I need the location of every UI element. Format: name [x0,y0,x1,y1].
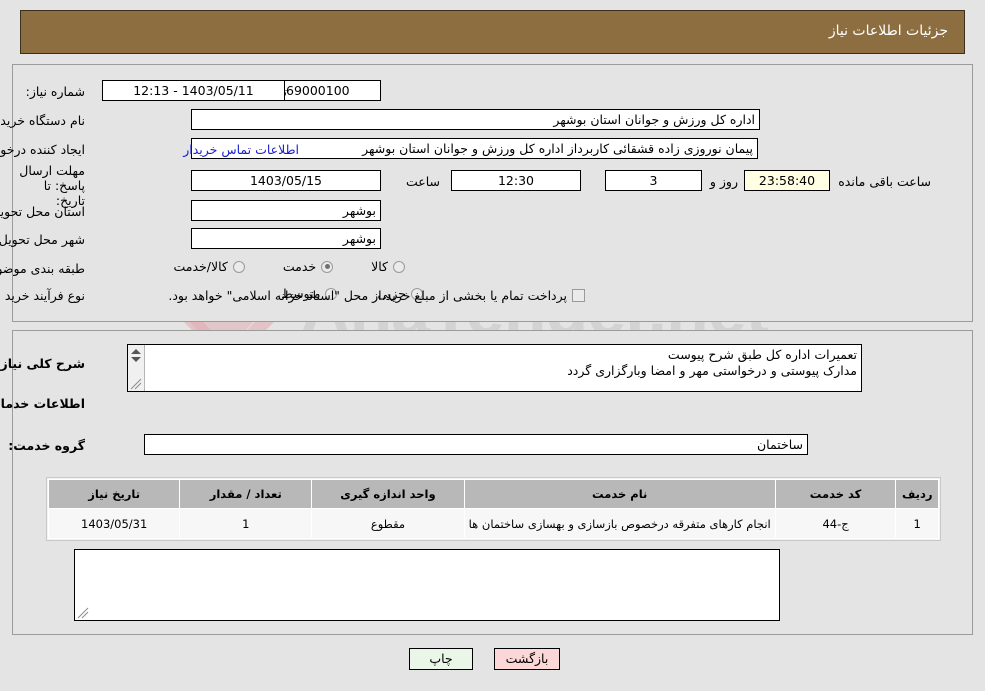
radio-icon [393,260,405,273]
city-value[interactable]: بوشهر [191,228,381,249]
services-table-wrapper: ردیف کد خدمت نام خدمت واحد اندازه گیری ت… [46,477,941,541]
province-label: استان محل تحویل: [0,204,85,219]
deadline-days-value[interactable]: 3 [605,170,702,191]
need-info-panel [12,64,973,322]
resize-grip-icon[interactable] [77,607,89,619]
page-header: جزئیات اطلاعات نیاز [20,10,965,54]
category-option-label: کالا/خدمت [173,259,228,274]
category-radio-group[interactable]: کالا خدمت کالا/خدمت [173,259,405,274]
checkbox-icon[interactable] [572,289,585,302]
description-line-1: تعمیرات اداره کل طبق شرح پیوست [667,347,857,362]
buyer-org-label: نام دستگاه خریدار: [0,113,85,128]
category-option-label: خدمت [282,259,317,274]
category-option-khedmat[interactable]: خدمت [282,259,334,274]
service-group-value[interactable]: ساختمان [144,434,808,455]
description-textarea[interactable]: تعمیرات اداره کل طبق شرح پیوست مدارک پیو… [127,344,862,392]
deadline-days-label: روز و [709,174,738,189]
deadline-label: مهلت ارسال پاسخ: تا تاریخ: [19,163,85,208]
page-title: جزئیات اطلاعات نیاز [828,23,948,39]
th-quantity: تعداد / مقدار [179,479,313,509]
cell-quantity: 1 [179,508,313,539]
page-root: AnaTender.net جزئیات اطلاعات نیاز شماره … [0,0,985,691]
process-type-label: نوع فرآیند خرید : [0,288,85,303]
description-line-2: مدارک پیوستی و درخواستی مهر و امضا وبارگ… [567,363,857,378]
radio-icon [232,260,245,273]
th-service-name: نام خدمت [463,479,776,509]
resize-grip-icon[interactable] [130,378,142,390]
print-button[interactable]: چاپ [409,648,473,670]
cell-row-no: 1 [895,508,939,539]
category-option-kala-khedmat[interactable]: کالا/خدمت [173,259,245,274]
treasury-bond-label: پرداخت تمام یا بخشی از مبلغ خرید،از محل … [168,288,567,303]
deadline-date-value[interactable]: 1403/05/15 [191,170,381,191]
deadline-time-value[interactable]: 12:30 [451,170,581,191]
category-label: طبقه بندی موضوعی: [0,261,85,276]
category-option-kala[interactable]: کالا [371,259,405,274]
description-text: تعمیرات اداره کل طبق شرح پیوست مدارک پیو… [150,347,857,379]
cell-service-name: انجام کارهای متفرقه درخصوص بازسازی و بهس… [463,508,776,539]
services-table: ردیف کد خدمت نام خدمت واحد اندازه گیری ت… [47,479,939,539]
services-section-title: اطلاعات خدمات مورد نیاز [0,396,85,411]
category-option-label: کالا [371,259,388,274]
city-label: شهر محل تحویل: [0,232,85,247]
th-need-date: تاریخ نیاز [47,479,181,509]
th-row-no: ردیف [895,479,939,509]
buyer-org-value[interactable]: اداره کل ورزش و جوانان استان بوشهر [191,109,760,130]
buyer-notes-textarea[interactable] [74,549,780,621]
deadline-time-label: ساعت [405,174,440,189]
public-announce-value[interactable]: 1403/05/11 - 12:13 [102,80,285,101]
buyer-contact-link[interactable]: اطلاعات تماس خریدار [183,142,299,157]
deadline-countdown-value: 23:58:40 [744,170,830,191]
province-value[interactable]: بوشهر [191,200,381,221]
service-group-label: گروه خدمت: [8,438,85,453]
scroll-down-icon[interactable] [131,357,141,362]
description-label: شرح کلی نیاز: [0,356,85,371]
table-row[interactable]: 1 ج-44 انجام کارهای متفرقه درخصوص بازساز… [47,508,939,539]
th-unit: واحد اندازه گیری [311,479,465,509]
table-header-row: ردیف کد خدمت نام خدمت واحد اندازه گیری ت… [47,479,939,509]
back-button[interactable]: بازگشت [494,648,560,670]
cell-unit: مقطوع [311,508,465,539]
radio-icon [321,260,334,273]
scroll-up-icon[interactable] [131,349,141,354]
deadline-countdown-label: ساعت باقی مانده [838,174,931,189]
need-number-label: شماره نیاز: [25,84,85,99]
cell-need-date: 1403/05/31 [47,508,181,539]
cell-service-code: ج-44 [774,508,897,539]
requester-label: ایجاد کننده درخواست: [0,142,85,157]
th-service-code: کد خدمت [774,479,897,509]
treasury-bond-checkbox-row[interactable]: پرداخت تمام یا بخشی از مبلغ خرید،از محل … [168,288,585,303]
